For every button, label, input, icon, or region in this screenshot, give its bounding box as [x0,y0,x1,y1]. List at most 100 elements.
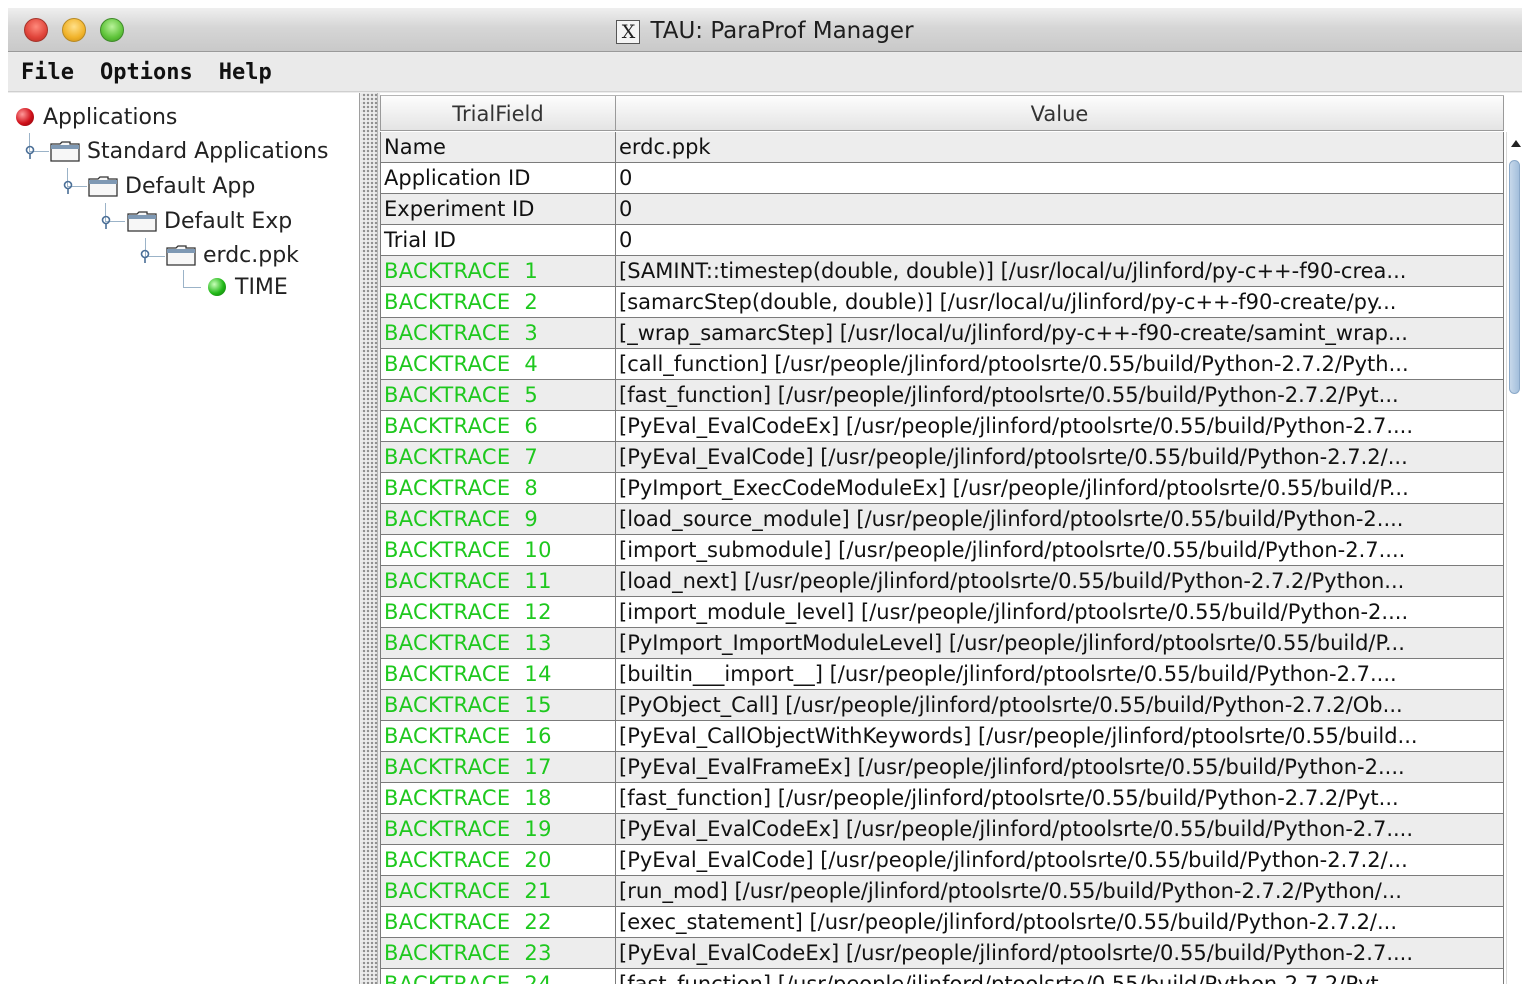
value-cell[interactable]: [samarcStep(double, double)] [/usr/local… [616,287,1504,317]
title-bar[interactable]: X TAU: ParaProf Manager [8,8,1522,52]
backtrace-number: 4 [524,352,539,376]
value-cell[interactable]: [PyEval_EvalCode] [/usr/people/jlinford/… [616,845,1504,875]
value-cell[interactable]: [load_next] [/usr/people/jlinford/ptools… [616,566,1504,596]
value-cell[interactable]: [PyEval_EvalCodeEx] [/usr/people/jlinfor… [616,814,1504,844]
backtrace-label: BACKTRACE [384,755,511,779]
folder-icon [50,140,80,162]
table-row[interactable]: BACKTRACE 21 [run_mod] [/usr/people/jlinfo… [380,876,1504,907]
value-cell[interactable]: [import_module_level] [/usr/people/jlinf… [616,597,1504,627]
table-row[interactable]: BACKTRACE 6 [PyEval_EvalCodeEx] [/usr/peop… [380,411,1504,442]
table-row[interactable]: BACKTRACE 23 [PyEval_EvalCodeEx] [/usr/peo… [380,938,1504,969]
table-row[interactable]: Trial ID 0 [380,225,1504,256]
backtrace-label: BACKTRACE [384,383,511,407]
table-row[interactable]: BACKTRACE 8 [PyImport_ExecCodeModuleEx] [/… [380,473,1504,504]
value-cell[interactable]: [load_source_module] [/usr/people/jlinfo… [616,504,1504,534]
backtrace-number: 22 [524,910,552,934]
tree-node-trial[interactable]: erdc.ppk [166,240,299,270]
value-cell[interactable]: [PyEval_CallObjectWithKeywords] [/usr/pe… [616,721,1504,751]
table-row[interactable]: BACKTRACE 10 [import_submodule] [/usr/peop… [380,535,1504,566]
table-row[interactable]: BACKTRACE 2 [samarcStep(double, double)] [… [380,287,1504,318]
table-row[interactable]: BACKTRACE 24 [fast_function] [/usr/people/… [380,969,1504,984]
backtrace-label: BACKTRACE [384,972,511,984]
folder-icon [88,175,118,197]
scrollbar-thumb[interactable] [1509,160,1520,394]
vertical-scrollbar[interactable] [1506,132,1522,984]
backtrace-field-cell: BACKTRACE 13 [381,628,616,658]
table-row[interactable]: BACKTRACE 9 [load_source_module] [/usr/peo… [380,504,1504,535]
value-cell[interactable]: [PyEval_EvalCodeEx] [/usr/people/jlinfor… [616,411,1504,441]
value-cell[interactable]: [SAMINT::timestep(double, double)] [/usr… [616,256,1504,286]
value-cell[interactable]: [PyObject_Call] [/usr/people/jlinford/pt… [616,690,1504,720]
expand-handle-icon[interactable] [138,248,152,267]
column-header-value[interactable]: Value [616,96,1504,131]
table-row[interactable]: BACKTRACE 7 [PyEval_EvalCode] [/usr/people… [380,442,1504,473]
value-cell[interactable]: [exec_statement] [/usr/people/jlinford/p… [616,907,1504,937]
tree-node-default-app[interactable]: Default App [88,171,255,201]
tree-node-metric-time[interactable]: TIME [208,272,288,302]
value-cell[interactable]: [PyImport_ImportModuleLevel] [/usr/peopl… [616,628,1504,658]
value-cell[interactable]: 0 [616,194,1504,224]
table-row[interactable]: BACKTRACE 17 [PyEval_EvalFrameEx] [/usr/pe… [380,752,1504,783]
value-cell[interactable]: [import_submodule] [/usr/people/jlinford… [616,535,1504,565]
backtrace-label: BACKTRACE [384,817,511,841]
menu-file[interactable]: File [21,60,74,85]
table-row[interactable]: BACKTRACE 5 [fast_function] [/usr/people/j… [380,380,1504,411]
table-row[interactable]: BACKTRACE 15 [PyObject_Call] [/usr/people/… [380,690,1504,721]
tree-node-standard-applications[interactable]: Standard Applications [50,136,328,166]
backtrace-field-cell: BACKTRACE 19 [381,814,616,844]
table-row[interactable]: BACKTRACE 18 [fast_function] [/usr/people/… [380,783,1504,814]
backtrace-label: BACKTRACE [384,724,511,748]
backtrace-number: 11 [524,569,552,593]
scroll-up-arrow-icon[interactable] [1511,140,1521,147]
expand-handle-icon[interactable] [61,179,75,198]
value-cell[interactable]: [PyEval_EvalFrameEx] [/usr/people/jlinfo… [616,752,1504,782]
table-row[interactable]: BACKTRACE 22 [exec_statement] [/usr/people… [380,907,1504,938]
expand-handle-icon[interactable] [99,214,113,233]
backtrace-label: BACKTRACE [384,445,511,469]
table-row[interactable]: BACKTRACE 20 [PyEval_EvalCode] [/usr/peopl… [380,845,1504,876]
value-cell[interactable]: 0 [616,225,1504,255]
column-header-trialfield[interactable]: TrialField [381,96,616,131]
table-row[interactable]: BACKTRACE 3 [_wrap_samarcStep] [/usr/local… [380,318,1504,349]
backtrace-label: BACKTRACE [384,786,511,810]
table-row[interactable]: Name erdc.ppk [380,132,1504,163]
tree-label-standard-applications: Standard Applications [87,138,329,164]
table-row[interactable]: BACKTRACE 13 [PyImport_ImportModuleLevel] … [380,628,1504,659]
menu-help[interactable]: Help [219,60,272,85]
table-row[interactable]: BACKTRACE 4 [call_function] [/usr/people/j… [380,349,1504,380]
value-cell[interactable]: erdc.ppk [616,132,1504,162]
tree-node-default-exp[interactable]: Default Exp [127,206,292,236]
tree-node-applications[interactable]: Applications [16,102,177,132]
backtrace-number: 15 [524,693,552,717]
backtrace-label: BACKTRACE [384,352,511,376]
table-row[interactable]: BACKTRACE 19 [PyEval_EvalCodeEx] [/usr/peo… [380,814,1504,845]
value-cell[interactable]: [call_function] [/usr/people/jlinford/pt… [616,349,1504,379]
backtrace-field-cell: BACKTRACE 23 [381,938,616,968]
table-row[interactable]: BACKTRACE 16 [PyEval_CallObjectWithKeyword… [380,721,1504,752]
value-cell[interactable]: [run_mod] [/usr/people/jlinford/ptoolsrt… [616,876,1504,906]
value-cell[interactable]: 0 [616,163,1504,193]
split-pane-divider[interactable] [361,93,378,984]
backtrace-label: BACKTRACE [384,476,511,500]
value-cell[interactable]: [fast_function] [/usr/people/jlinford/pt… [616,380,1504,410]
value-cell[interactable]: [fast_function] [/usr/people/jlinford/pt… [616,969,1504,984]
table-row[interactable]: BACKTRACE 11 [load_next] [/usr/people/jlin… [380,566,1504,597]
table-row[interactable]: Experiment ID 0 [380,194,1504,225]
value-cell[interactable]: [_wrap_samarcStep] [/usr/local/u/jlinfor… [616,318,1504,348]
field-cell: Application ID [381,163,616,193]
table-row[interactable]: Application ID 0 [380,163,1504,194]
backtrace-field-cell: BACKTRACE 17 [381,752,616,782]
value-cell[interactable]: [PyEval_EvalCodeEx] [/usr/people/jlinfor… [616,938,1504,968]
menu-options[interactable]: Options [100,60,193,85]
table-row[interactable]: BACKTRACE 12 [import_module_level] [/usr/p… [380,597,1504,628]
value-cell[interactable]: [PyEval_EvalCode] [/usr/people/jlinford/… [616,442,1504,472]
tree-label-trial: erdc.ppk [203,242,299,268]
value-cell[interactable]: [fast_function] [/usr/people/jlinford/pt… [616,783,1504,813]
table-header: TrialField Value [380,95,1504,131]
expand-handle-icon[interactable] [23,144,37,163]
table-row[interactable]: BACKTRACE 1 [SAMINT::timestep(double, doub… [380,256,1504,287]
value-cell[interactable]: [PyImport_ExecCodeModuleEx] [/usr/people… [616,473,1504,503]
backtrace-label: BACKTRACE [384,848,511,872]
table-row[interactable]: BACKTRACE 14 [builtin___import__] [/usr/pe… [380,659,1504,690]
value-cell[interactable]: [builtin___import__] [/usr/people/jlinfo… [616,659,1504,689]
